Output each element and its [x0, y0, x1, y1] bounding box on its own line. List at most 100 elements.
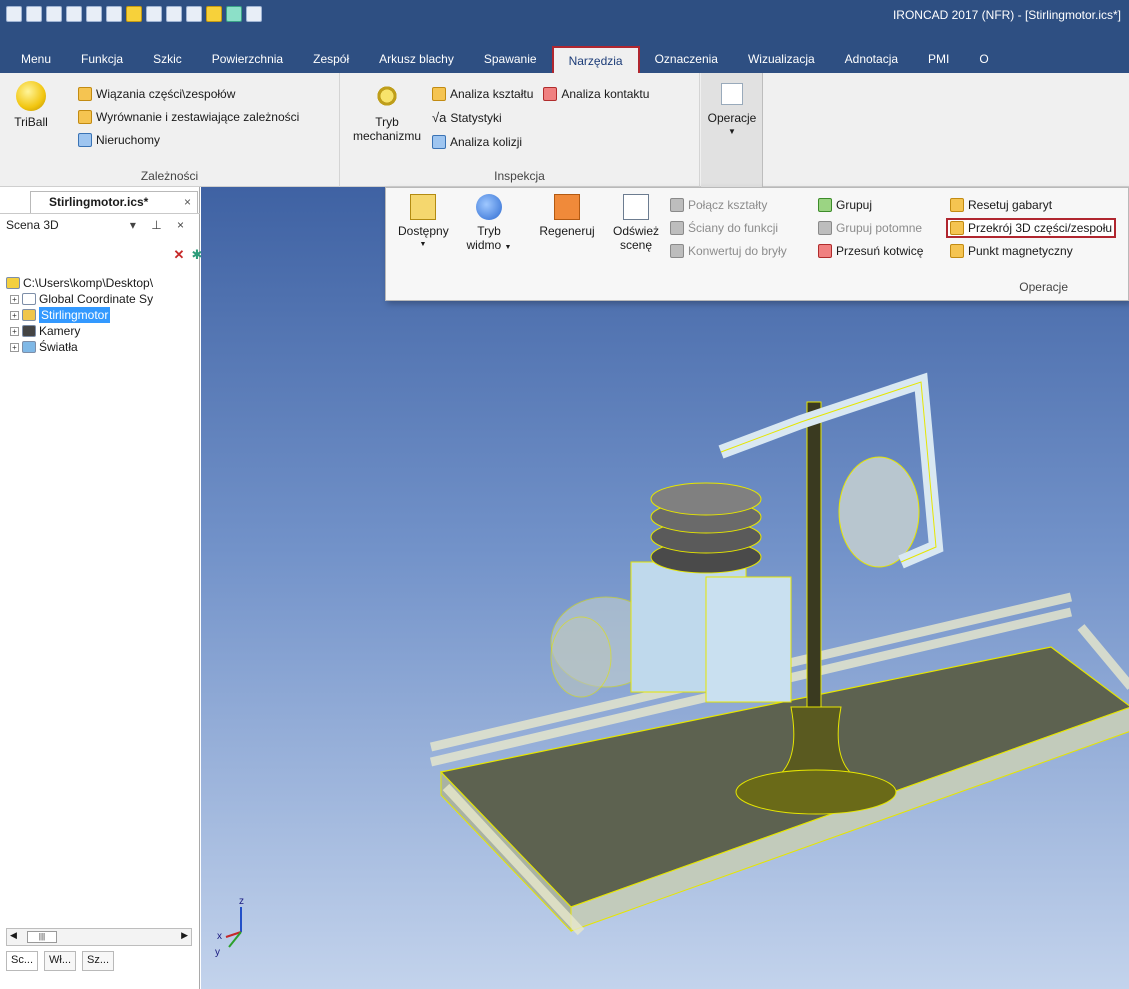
tree-node-stirlingmotor[interactable]: + Stirlingmotor	[6, 307, 196, 323]
analiza-ksztaltu-button[interactable]: Analiza kształtu Analiza kontaktu	[432, 87, 649, 101]
tab-search[interactable]: Sz...	[82, 951, 115, 971]
light-icon	[22, 341, 36, 353]
tab-menu[interactable]: Menu	[6, 46, 66, 73]
tab-narzedzia[interactable]: Narzędzia	[551, 46, 640, 73]
group-label-inspekcja: Inspekcja	[494, 169, 545, 183]
triball-button[interactable]: TriBall	[14, 81, 48, 129]
tab-pmi[interactable]: PMI	[913, 46, 964, 73]
ribbon-tabs: Menu Funkcja Szkic Powierzchnia Zespół A…	[0, 46, 1129, 73]
delete-icon[interactable]: ✕	[172, 248, 186, 262]
operacje-dropdown-button[interactable]: Operacje ▼	[701, 73, 763, 187]
scroll-thumb[interactable]: |||	[27, 931, 57, 943]
tree-label: Global Coordinate Sy	[39, 292, 154, 306]
grupuj-potomne-label: Grupuj potomne	[836, 221, 923, 235]
expander-icon[interactable]: +	[10, 342, 19, 352]
grupuj-button[interactable]: Grupuj	[818, 198, 872, 212]
tree-label: Stirlingmotor	[39, 307, 111, 323]
template-icon[interactable]	[46, 6, 62, 22]
dropdown-icon[interactable]	[246, 6, 262, 22]
tab-scene[interactable]: Sc...	[6, 951, 39, 971]
document-tab[interactable]: Stirlingmotor.ics* ×	[30, 191, 198, 213]
new-icon[interactable]	[26, 6, 42, 22]
tree-node-gcs[interactable]: + Global Coordinate Sy	[6, 291, 196, 307]
konwertuj-label: Konwertuj do bryły	[688, 244, 787, 258]
tryb-mechanizmu-button[interactable]: Tryb mechanizmu	[348, 81, 426, 143]
statystyki-button[interactable]: √a Statystyki	[432, 110, 502, 125]
pane-controls[interactable]: ▾ ⊥ ×	[130, 218, 190, 232]
tryb-label-1: Tryb	[375, 115, 399, 129]
expander-icon[interactable]: +	[10, 310, 19, 320]
tree-label: Kamery	[39, 324, 81, 338]
redo-icon[interactable]	[186, 6, 202, 22]
expander-icon[interactable]: +	[10, 294, 19, 304]
tree-node-swiatla[interactable]: + Światła	[6, 339, 196, 355]
wyrownanie-button[interactable]: Wyrównanie i zestawiające zależności	[78, 110, 299, 124]
punkt-magnetyczny-button[interactable]: Punkt magnetyczny	[950, 244, 1073, 258]
anchor-fixed-icon	[78, 133, 92, 147]
triball-icon[interactable]	[206, 6, 222, 22]
tab-spawanie[interactable]: Spawanie	[469, 46, 552, 73]
tryb-label-2: mechanizmu	[352, 129, 422, 143]
odswiez-scene-button[interactable]: Odśwież scenę	[608, 194, 664, 252]
regeneruj-button[interactable]: Regeneruj	[536, 194, 598, 238]
save-icon[interactable]	[146, 6, 162, 22]
tab-funkcja[interactable]: Funkcja	[66, 46, 138, 73]
przekroj-3d-button[interactable]: Przekrój 3D części/zespołu	[946, 218, 1117, 238]
tab-properties[interactable]: Wł...	[44, 951, 77, 971]
tab-overflow[interactable]: O	[964, 46, 1003, 73]
tree-label: Światła	[39, 340, 78, 354]
horizontal-scrollbar[interactable]: ◀ ||| ▶	[6, 928, 192, 946]
cooling-fins	[650, 482, 762, 574]
tab-oznaczenia[interactable]: Oznaczenia	[640, 46, 733, 73]
analiza-ksztaltu-label: Analiza kształtu	[450, 87, 534, 101]
konwertuj-do-bryly-button[interactable]: Konwertuj do bryły	[670, 244, 787, 258]
przesun-label: Przesuń kotwicę	[836, 244, 924, 258]
viewport-3d[interactable]: z x y	[201, 187, 1129, 989]
grid-icon[interactable]	[86, 6, 102, 22]
tab-adnotacja[interactable]: Adnotacja	[830, 46, 913, 73]
window-title: IRONCAD 2017 (NFR) - [Stirlingmotor.ics*…	[892, 8, 1121, 22]
scene-tree: C:\Users\komp\Desktop\ + Global Coordina…	[6, 275, 196, 355]
tab-szkic[interactable]: Szkic	[138, 46, 197, 73]
przesun-kotwice-button[interactable]: Przesuń kotwicę	[818, 244, 923, 258]
dostepny-button[interactable]: Dostępny ▼	[398, 194, 449, 252]
scroll-left-icon[interactable]: ◀	[10, 930, 17, 941]
statystyki-label: Statystyki	[450, 110, 502, 125]
scroll-right-icon[interactable]: ▶	[181, 930, 188, 941]
close-icon[interactable]: ×	[184, 195, 191, 209]
tryb-widmo-button[interactable]: Tryb widmo ▼	[464, 194, 514, 255]
expander-icon[interactable]: +	[10, 326, 19, 336]
nieruchomy-button[interactable]: Nieruchomy	[78, 133, 160, 147]
dostepny-label: Dostępny	[398, 224, 449, 238]
group-icon	[818, 198, 832, 212]
axis-z-label: z	[239, 896, 244, 907]
stirling-engine-model[interactable]: z x y	[201, 187, 1129, 989]
sparkle-icon[interactable]	[226, 6, 242, 22]
chevron-down-icon: ▼	[419, 241, 427, 248]
grid-icon[interactable]	[66, 6, 82, 22]
tab-powierzchnia[interactable]: Powierzchnia	[197, 46, 298, 73]
tab-wizualizacja[interactable]: Wizualizacja	[733, 46, 830, 73]
vertical-shaft[interactable]	[806, 401, 822, 753]
contact-analysis-icon	[543, 87, 558, 101]
grupuj-potomne-button[interactable]: Grupuj potomne	[818, 221, 922, 235]
collision-icon	[432, 135, 446, 149]
sciany-label: Ściany do funkcji	[688, 221, 779, 235]
cylinder-block-face	[705, 576, 792, 703]
app-icon[interactable]	[6, 6, 22, 22]
flywheel[interactable]	[838, 456, 920, 568]
tree-node-root[interactable]: C:\Users\komp\Desktop\	[6, 275, 196, 291]
tab-zespol[interactable]: Zespół	[298, 46, 364, 73]
wiazania-button[interactable]: Wiązania części\zespołów	[78, 87, 235, 101]
open-icon[interactable]	[126, 6, 142, 22]
polacz-ksztalty-button[interactable]: Połącz kształty	[670, 198, 767, 212]
resetuj-gabaryt-button[interactable]: Resetuj gabaryt	[950, 198, 1052, 212]
section-icon	[950, 221, 964, 235]
undo-icon[interactable]	[166, 6, 182, 22]
tab-arkusz-blachy[interactable]: Arkusz blachy	[364, 46, 469, 73]
wyrownanie-label: Wyrównanie i zestawiające zależności	[96, 110, 300, 124]
grid-icon[interactable]	[106, 6, 122, 22]
tree-node-kamery[interactable]: + Kamery	[6, 323, 196, 339]
sciany-do-funkcji-button[interactable]: Ściany do funkcji	[670, 221, 778, 235]
analiza-kolizji-button[interactable]: Analiza kolizji	[432, 135, 522, 149]
